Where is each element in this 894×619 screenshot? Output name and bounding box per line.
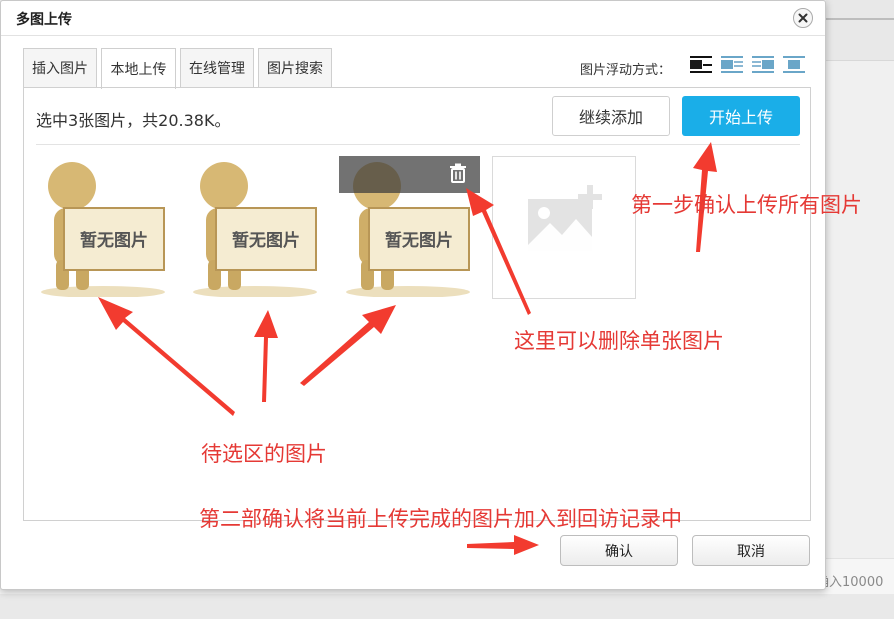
arrow-to-confirm [467,535,539,555]
arrow-to-thumb-2 [254,310,278,402]
arrow-to-thumb-3 [300,305,396,386]
annotation-step2: 第二部确认将当前上传完成的图片加入到回访记录中 [199,507,682,531]
arrow-to-thumb-1 [98,297,235,416]
annotation-delete: 这里可以删除单张图片 [514,329,724,353]
arrow-to-trash [466,188,531,315]
annotation-pending: 待选区的图片 [201,442,327,466]
annotation-step1: 第一步确认上传所有图片 [631,193,862,217]
